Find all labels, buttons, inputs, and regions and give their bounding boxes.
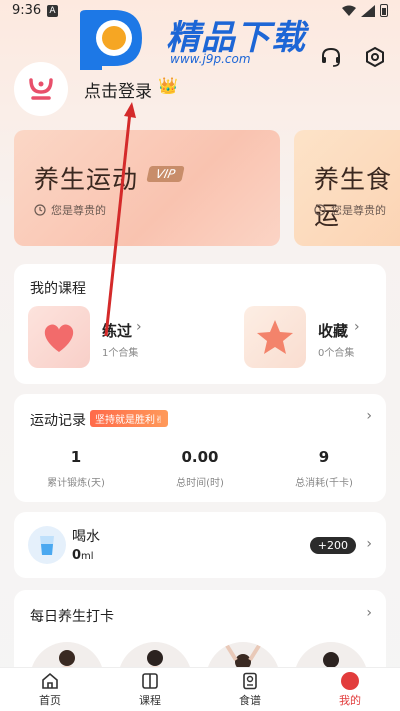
course-item-favorite[interactable] xyxy=(244,306,306,368)
vip-card-subtitle-text: 您是尊贵的 xyxy=(51,204,106,217)
heart-thumb xyxy=(28,306,90,368)
watermark-url: www.j9p.com xyxy=(170,52,251,66)
vip-badge: VIP xyxy=(146,166,185,182)
vip-card-subtitle: 您是尊贵的 xyxy=(34,202,106,218)
vip-card-title: 养生食运 xyxy=(314,165,393,230)
checkin-title: 每日养生打卡 xyxy=(30,609,114,625)
stat-days-value: 1 xyxy=(70,448,82,466)
login-text[interactable]: 点击登录 xyxy=(84,77,152,102)
chevron-right-icon[interactable]: › xyxy=(366,536,372,552)
watermark: 精品下载 www.j9p.com xyxy=(76,0,338,74)
clock-icon xyxy=(314,204,326,216)
add-water-button[interactable]: +200 xyxy=(309,537,356,554)
tab-home[interactable]: 首页 xyxy=(0,668,100,711)
record-title: 运动记录 xyxy=(30,413,86,429)
tab-home-label: 首页 xyxy=(39,693,61,707)
home-icon xyxy=(42,672,58,689)
exercise-record-card[interactable]: 运动记录 坚持就是胜利✌ › 1 累计锻炼(天) 0.00 总时间(时) 9 总… xyxy=(14,394,386,502)
headset-icon[interactable] xyxy=(320,46,342,68)
water-value: 0ml xyxy=(72,548,94,563)
profile-icon xyxy=(341,671,359,690)
stat-calories: 9 总消耗(千卡) xyxy=(262,448,386,489)
water-unit: ml xyxy=(81,551,94,562)
record-badge: 坚持就是胜利✌ xyxy=(90,410,169,427)
water-title: 喝水 xyxy=(72,529,100,545)
tab-bar: 首页 课程 食谱 我的 xyxy=(0,667,400,711)
tab-courses[interactable]: 课程 xyxy=(100,668,200,711)
stat-time-label: 总时间(时) xyxy=(176,478,224,489)
tab-recipes[interactable]: 食谱 xyxy=(200,668,300,711)
vip-card-subtitle-text: 您是尊贵的 xyxy=(331,204,386,217)
tab-profile[interactable]: 我的 xyxy=(300,668,400,711)
tab-profile-label: 我的 xyxy=(339,693,361,707)
courses-title: 我的课程 xyxy=(30,281,86,297)
gear-icon[interactable] xyxy=(364,46,386,68)
wifi-icon xyxy=(342,5,356,16)
stat-days-label: 累计锻炼(天) xyxy=(47,478,105,489)
stat-calories-value: 9 xyxy=(318,448,330,466)
status-icons xyxy=(342,4,388,17)
status-time: 9:36 xyxy=(12,3,42,18)
vip-card-subtitle: 您是尊贵的 xyxy=(314,202,386,218)
course-name-favorite[interactable]: 收藏 xyxy=(318,320,348,341)
top-icons xyxy=(320,46,386,68)
vip-card-title: 养生运动 xyxy=(34,165,139,194)
tab-courses-label: 课程 xyxy=(139,693,161,707)
vip-card-food[interactable]: 养生食运 您是尊贵的 xyxy=(294,130,400,246)
chevron-right-icon: › xyxy=(136,319,142,335)
chevron-right-icon: › xyxy=(354,319,360,335)
vip-card-sport[interactable]: 养生运动 VIP 您是尊贵的 xyxy=(14,130,280,246)
recipe-icon xyxy=(243,672,257,689)
course-item-practiced[interactable] xyxy=(28,306,90,368)
logo-icon xyxy=(29,78,53,100)
avatar[interactable] xyxy=(14,62,68,116)
crown-icon: 👑 xyxy=(158,76,178,95)
stat-calories-label: 总消耗(千卡) xyxy=(295,478,353,489)
stat-days: 1 累计锻炼(天) xyxy=(14,448,138,489)
chevron-right-icon[interactable]: › xyxy=(366,605,372,621)
course-count-practiced: 1个合集 xyxy=(102,348,139,359)
tab-recipes-label: 食谱 xyxy=(239,693,261,707)
water-cup-icon xyxy=(28,526,66,564)
star-icon xyxy=(257,320,293,354)
course-count-favorite: 0个合集 xyxy=(318,348,355,359)
stat-time-value: 0.00 xyxy=(181,448,219,466)
heart-icon xyxy=(44,324,74,352)
signal-icon xyxy=(361,4,375,17)
book-icon xyxy=(142,672,158,689)
battery-icon xyxy=(380,4,388,17)
notification-a-icon: A xyxy=(47,5,58,17)
water-card[interactable]: 喝水 0ml +200 › xyxy=(14,512,386,578)
clock-icon xyxy=(34,204,46,216)
watermark-logo-icon xyxy=(80,10,142,70)
stat-time: 0.00 总时间(时) xyxy=(138,448,262,489)
course-name-practiced[interactable]: 练过 xyxy=(102,320,132,341)
chevron-right-icon[interactable]: › xyxy=(366,408,372,424)
star-thumb xyxy=(244,306,306,368)
my-courses-card: 我的课程 练过 › 1个合集 收藏 › 0个合集 xyxy=(14,264,386,384)
